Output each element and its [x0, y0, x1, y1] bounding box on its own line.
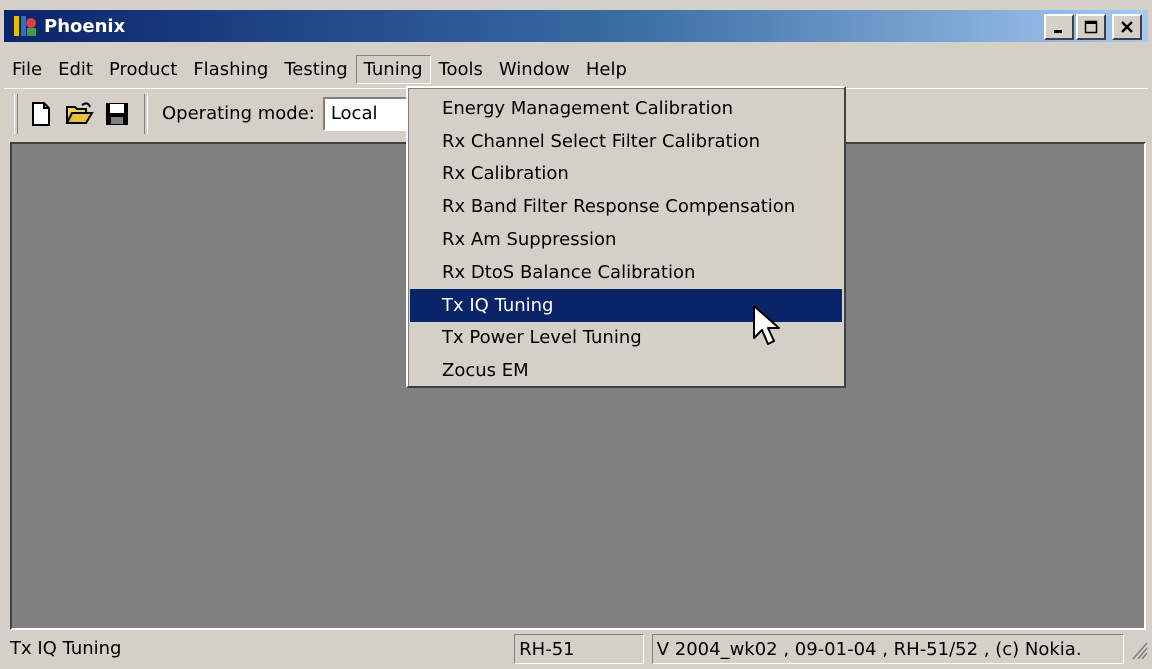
- resize-grip-icon[interactable]: [1128, 637, 1148, 661]
- status-bar: Tx IQ Tuning RH-51 V 2004_wk02 , 09-01-0…: [4, 632, 1148, 666]
- menu-tools[interactable]: Tools: [431, 55, 491, 84]
- menu-item-rx-am-suppression[interactable]: Rx Am Suppression: [410, 223, 842, 256]
- operating-mode-label: Operating mode:: [162, 103, 315, 124]
- menu-item-rx-calibration[interactable]: Rx Calibration: [410, 158, 842, 191]
- menu-help[interactable]: Help: [578, 55, 635, 84]
- menu-file[interactable]: File: [4, 55, 50, 84]
- toolbar-separator: [144, 93, 148, 134]
- title-bar[interactable]: Phoenix: [4, 10, 1148, 42]
- mouse-pointer-icon: [752, 304, 782, 350]
- menu-testing[interactable]: Testing: [276, 55, 355, 84]
- menu-item-rx-dtos-balance-calibration[interactable]: Rx DtoS Balance Calibration: [410, 256, 842, 289]
- status-product: RH-51: [514, 634, 644, 664]
- menu-product[interactable]: Product: [101, 55, 185, 84]
- menu-edit[interactable]: Edit: [50, 55, 101, 84]
- status-hint: Tx IQ Tuning: [10, 638, 122, 659]
- minimize-button[interactable]: [1044, 14, 1074, 40]
- window-title: Phoenix: [44, 15, 126, 37]
- menu-item-rx-channel-select-filter-calibration[interactable]: Rx Channel Select Filter Calibration: [410, 125, 842, 158]
- menu-tuning[interactable]: Tuning: [355, 54, 431, 84]
- close-button[interactable]: [1112, 14, 1142, 40]
- menu-item-rx-band-filter-response-compensation[interactable]: Rx Band Filter Response Compensation: [410, 190, 842, 223]
- menu-flashing[interactable]: Flashing: [185, 55, 276, 84]
- status-version: V 2004_wk02 , 09-01-04 , RH-51/52 , (c) …: [651, 634, 1124, 664]
- save-disk-icon[interactable]: [102, 99, 132, 129]
- open-folder-icon[interactable]: [64, 99, 94, 129]
- menu-window[interactable]: Window: [491, 55, 578, 84]
- menu-bar: File Edit Product Flashing Testing Tunin…: [4, 52, 1148, 86]
- phoenix-app-icon: [12, 13, 38, 39]
- menu-item-zocus-em[interactable]: Zocus EM: [410, 354, 842, 387]
- toolbar-grip[interactable]: [14, 93, 18, 134]
- new-file-icon[interactable]: [26, 99, 56, 129]
- phoenix-window: Phoenix File Edit Product Flashing Testi…: [0, 0, 1152, 669]
- menu-item-energy-management-calibration[interactable]: Energy Management Calibration: [410, 92, 842, 125]
- maximize-button[interactable]: [1076, 14, 1106, 40]
